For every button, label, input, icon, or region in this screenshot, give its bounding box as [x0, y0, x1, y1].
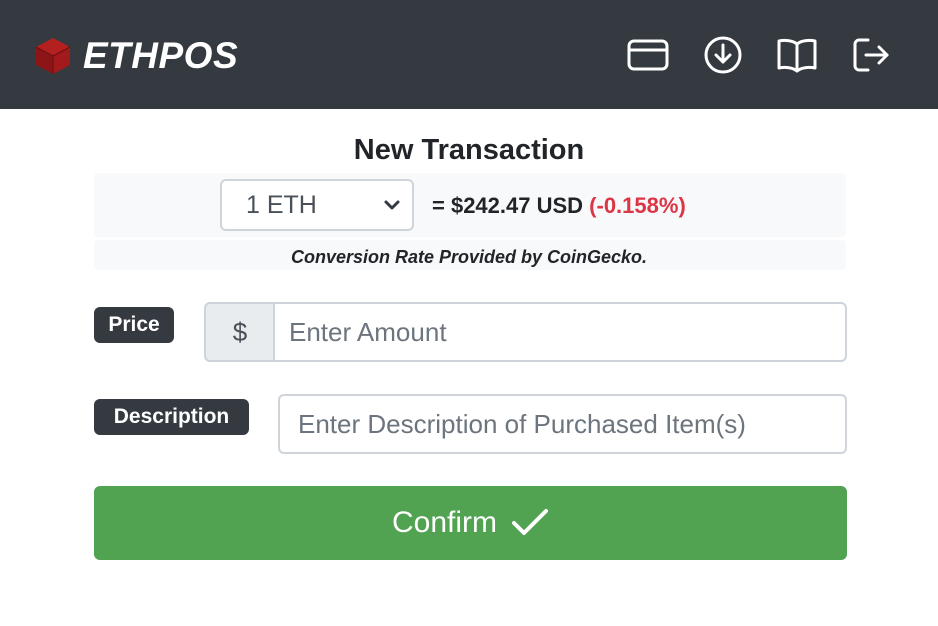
- conversion-rate-value: = $242.47 USD: [432, 193, 584, 218]
- description-input[interactable]: [278, 394, 847, 454]
- page-title: New Transaction: [353, 134, 585, 166]
- price-input[interactable]: [273, 302, 847, 362]
- top-navbar: ETHPOS: [0, 0, 938, 109]
- cube-icon: [35, 38, 71, 74]
- price-label: Price: [94, 307, 174, 343]
- currency-symbol: $: [204, 302, 274, 362]
- currency-select[interactable]: 1 ETH: [220, 179, 414, 231]
- confirm-button-label: Confirm: [391, 506, 497, 539]
- rate-change: (-0.158%): [589, 193, 686, 218]
- checkmark-icon: [512, 509, 548, 535]
- logout-button[interactable]: [851, 34, 893, 76]
- credit-card-button[interactable]: [627, 34, 669, 76]
- brand-name: ETHPOS: [83, 35, 239, 76]
- logout-icon: [853, 38, 889, 72]
- conversion-rate: = $242.47 USD (-0.158%): [432, 193, 686, 219]
- currency-select-value: 1 ETH: [246, 190, 317, 219]
- docs-button[interactable]: [776, 34, 818, 76]
- brand[interactable]: ETHPOS: [33, 36, 238, 76]
- credit-card-icon: [627, 39, 669, 71]
- description-label: Description: [94, 399, 249, 435]
- download-button[interactable]: [702, 34, 744, 76]
- chevron-down-icon: [384, 200, 400, 210]
- conversion-credit: Conversion Rate Provided by CoinGecko.: [290, 247, 648, 267]
- book-open-icon: [777, 38, 817, 73]
- download-circle-icon: [704, 36, 742, 74]
- confirm-button[interactable]: Confirm: [94, 486, 847, 560]
